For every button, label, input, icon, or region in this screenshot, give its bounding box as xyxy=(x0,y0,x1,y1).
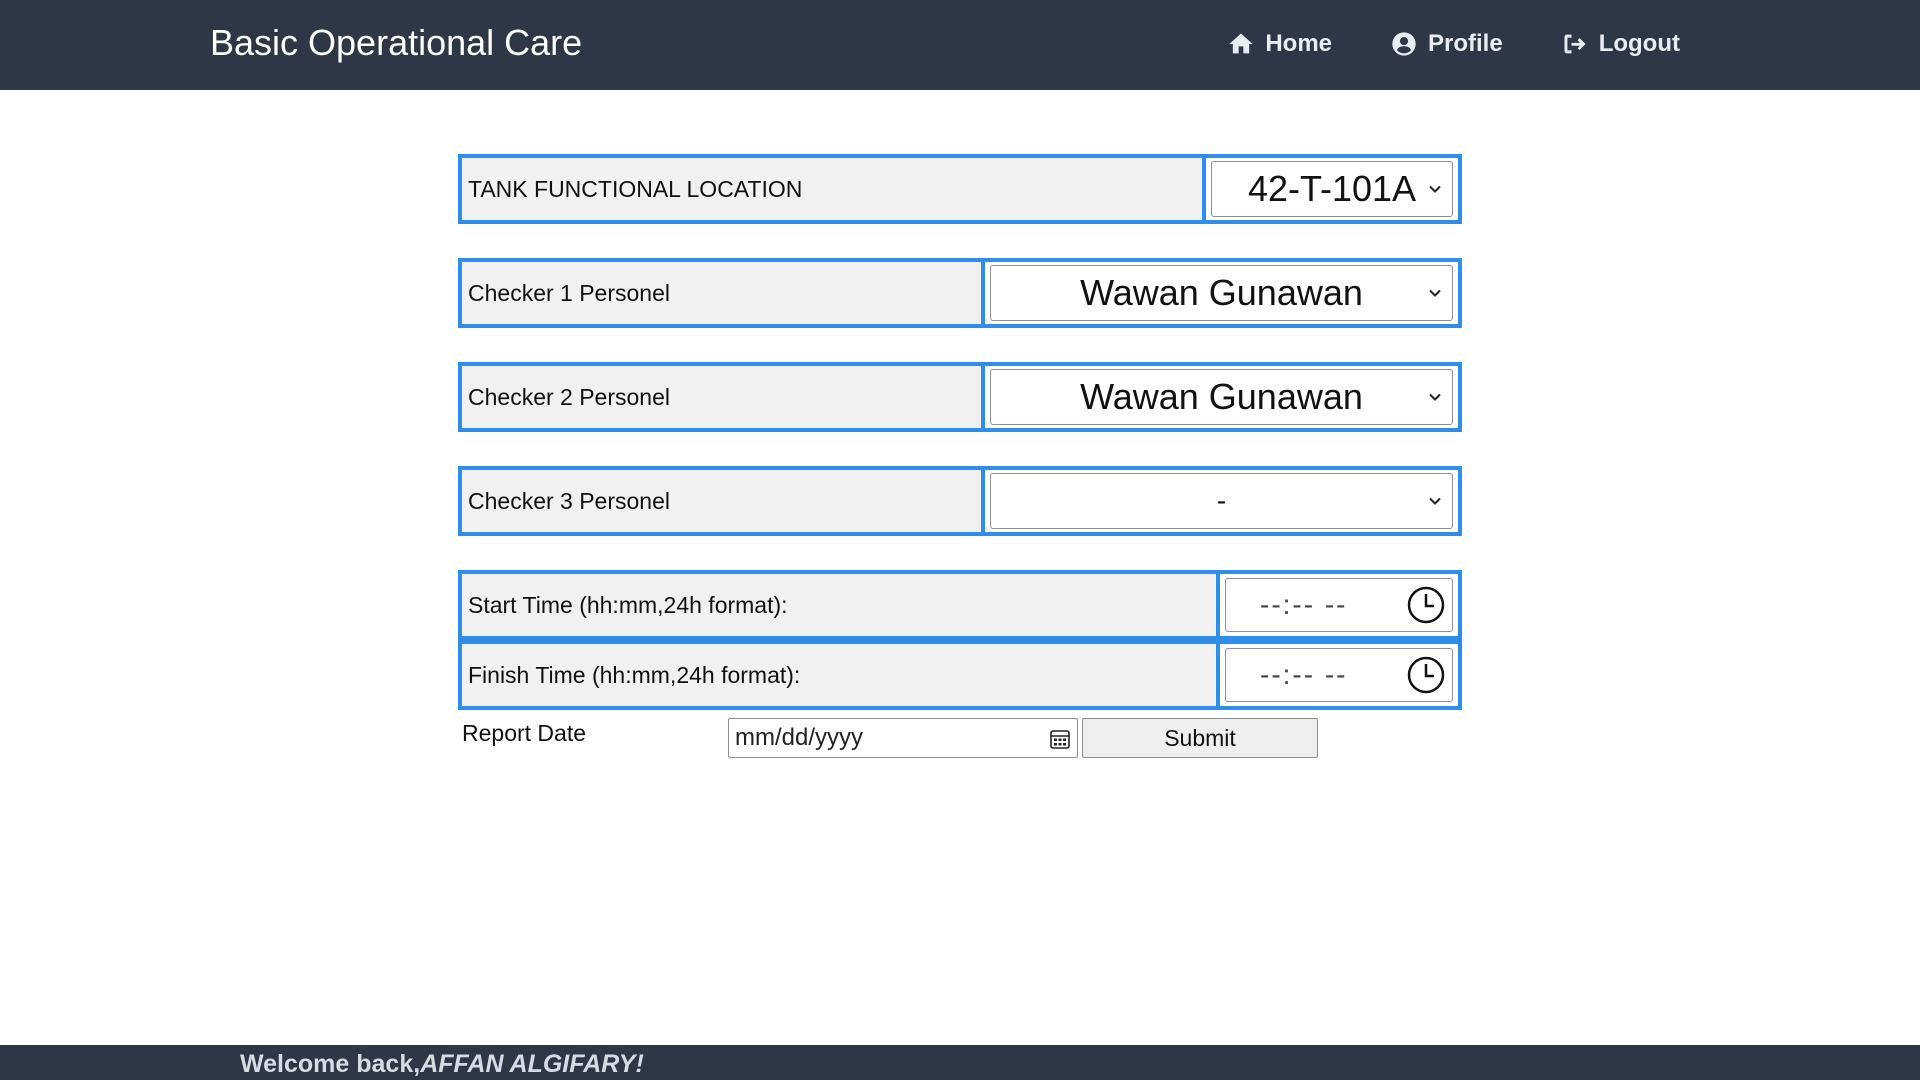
clock-icon[interactable] xyxy=(1406,585,1446,625)
operational-form: TANK FUNCTIONAL LOCATION 42-T-101A Check… xyxy=(458,154,1462,760)
finish-time-value: --:-- -- xyxy=(1260,659,1348,690)
checker1-control: Wawan Gunawan xyxy=(985,262,1458,324)
nav-profile-link[interactable]: Profile xyxy=(1390,30,1503,58)
tank-location-control: 42-T-101A xyxy=(1206,158,1458,220)
checker2-label: Checker 2 Personel xyxy=(462,366,985,428)
tank-location-value: 42-T-101A xyxy=(1247,168,1417,209)
logout-icon xyxy=(1564,34,1586,54)
finish-time-row: Finish Time (hh:mm,24h format): --:-- -- xyxy=(458,640,1462,710)
tank-location-select[interactable]: 42-T-101A xyxy=(1211,161,1453,217)
top-navbar: Basic Operational Care Home Profile Logo… xyxy=(0,0,1920,90)
checker1-label: Checker 1 Personel xyxy=(462,262,985,324)
finish-time-control: --:-- -- xyxy=(1220,644,1458,706)
chevron-down-icon xyxy=(1429,393,1441,401)
checker3-label: Checker 3 Personel xyxy=(462,470,985,532)
checker1-value: Wawan Gunawan xyxy=(1080,272,1363,313)
checker3-control: - xyxy=(985,470,1458,532)
checker2-value: Wawan Gunawan xyxy=(1080,376,1363,417)
chevron-down-icon xyxy=(1429,289,1441,297)
finish-time-label: Finish Time (hh:mm,24h format): xyxy=(462,644,1220,706)
brand-title[interactable]: Basic Operational Care xyxy=(210,22,582,64)
nav-logout-link[interactable]: Logout xyxy=(1561,30,1680,58)
start-time-input[interactable]: --:-- -- xyxy=(1225,578,1453,632)
welcome-prefix: Welcome back, xyxy=(240,1050,421,1078)
checker1-row: Checker 1 Personel Wawan Gunawan xyxy=(458,258,1462,328)
chevron-down-icon xyxy=(1429,497,1441,505)
checker3-select[interactable]: - xyxy=(990,473,1453,529)
nav-profile-label: Profile xyxy=(1428,30,1503,57)
nav-links: Home Profile Logout xyxy=(1227,30,1680,58)
chevron-down-icon xyxy=(1429,185,1441,193)
finish-time-input[interactable]: --:-- -- xyxy=(1225,648,1453,702)
nav-logout-label: Logout xyxy=(1598,30,1680,57)
report-date-placeholder: mm/dd/yyyy xyxy=(735,724,864,751)
tank-location-label: TANK FUNCTIONAL LOCATION xyxy=(462,158,1206,220)
checker2-select[interactable]: Wawan Gunawan xyxy=(990,369,1453,425)
home-icon xyxy=(1229,33,1253,54)
clock-icon[interactable] xyxy=(1406,655,1446,695)
welcome-message: Welcome back,AFFAN ALGIFARY! xyxy=(240,1050,644,1079)
footer-bar: Welcome back,AFFAN ALGIFARY! xyxy=(0,1045,1920,1080)
start-time-label: Start Time (hh:mm,24h format): xyxy=(462,574,1220,636)
report-date-label: Report Date xyxy=(462,720,587,746)
checker3-row: Checker 3 Personel - xyxy=(458,466,1462,536)
nav-home-label: Home xyxy=(1265,30,1333,57)
calendar-icon[interactable] xyxy=(1049,728,1071,750)
nav-home-link[interactable]: Home xyxy=(1227,30,1332,58)
start-time-control: --:-- -- xyxy=(1220,574,1458,636)
checker3-value: - xyxy=(1216,485,1227,516)
submit-button[interactable]: Submit xyxy=(1082,718,1318,758)
welcome-user-name: AFFAN ALGIFARY! xyxy=(420,1050,644,1078)
checker1-select[interactable]: Wawan Gunawan xyxy=(990,265,1453,321)
checker2-row: Checker 2 Personel Wawan Gunawan xyxy=(458,362,1462,432)
tank-location-row: TANK FUNCTIONAL LOCATION 42-T-101A xyxy=(458,154,1462,224)
start-time-value: --:-- -- xyxy=(1260,589,1348,620)
report-date-input[interactable]: mm/dd/yyyy xyxy=(728,718,1078,758)
user-circle-icon xyxy=(1392,32,1416,56)
checker2-control: Wawan Gunawan xyxy=(985,366,1458,428)
report-date-row: Report Date mm/dd/yyyy Submit xyxy=(458,716,1462,760)
start-time-row: Start Time (hh:mm,24h format): --:-- -- xyxy=(458,570,1462,640)
